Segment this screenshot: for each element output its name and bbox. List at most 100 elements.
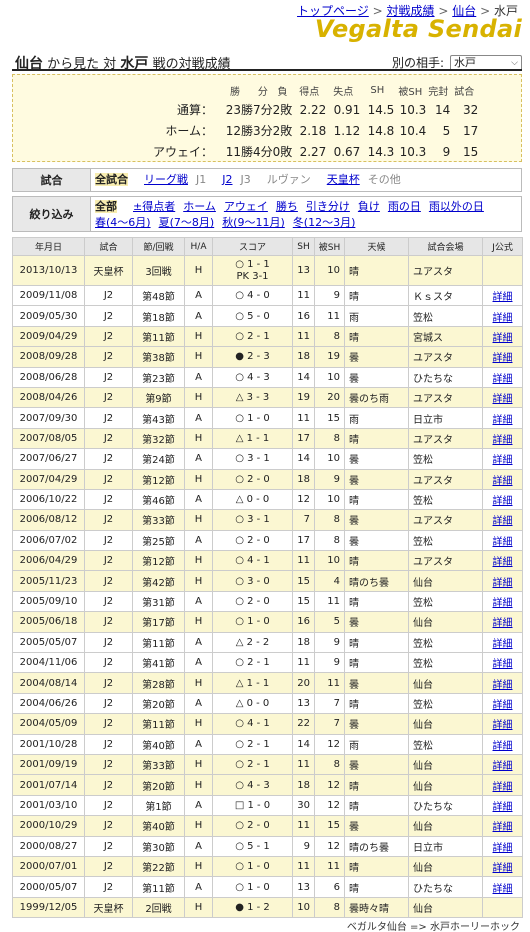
shots-against-cell: 19 bbox=[314, 346, 345, 368]
detail-cell: 詳細 bbox=[482, 876, 523, 898]
round-cell: 第24節 bbox=[132, 448, 185, 470]
date-cell: 2005/09/10 bbox=[12, 590, 85, 613]
detail-cell: 詳細 bbox=[482, 509, 523, 531]
table-row: 2008/09/28 J2 第38節 H ● 2 - 3 18 19 曇ユアスタ 詳細 bbox=[12, 346, 523, 368]
detail-cell: 詳細 bbox=[482, 570, 523, 592]
venue-type-cell: H bbox=[184, 855, 213, 878]
detail-link[interactable]: 詳細 bbox=[493, 557, 513, 568]
round-cell: 第38節 bbox=[132, 346, 185, 368]
detail-link[interactable]: 詳細 bbox=[493, 353, 513, 364]
narrow-filter-item: 夏(7〜8月) bbox=[159, 216, 215, 229]
venue-type-cell: A bbox=[184, 692, 213, 715]
detail-link[interactable]: 詳細 bbox=[493, 435, 513, 446]
detail-link[interactable]: 詳細 bbox=[493, 292, 513, 303]
detail-cell: 詳細 bbox=[482, 733, 523, 755]
narrow-filter-option-selected[interactable]: 全部 bbox=[95, 200, 117, 213]
narrow-filter-option[interactable]: 秋(9〜11月) bbox=[222, 216, 285, 229]
narrow-filter-option[interactable]: アウェイ bbox=[224, 200, 268, 213]
venue-type-cell: H bbox=[184, 713, 213, 735]
match-filter-option[interactable]: リーグ戦 bbox=[144, 173, 188, 186]
stadium-cell: ひたちな bbox=[408, 794, 483, 817]
competition-cell: J2 bbox=[84, 672, 133, 694]
detail-link[interactable]: 詳細 bbox=[493, 313, 513, 324]
detail-link[interactable]: 詳細 bbox=[493, 516, 513, 527]
summary-value: 2.18 bbox=[299, 123, 327, 138]
shots-cell: 19 bbox=[292, 386, 315, 409]
detail-link[interactable]: 詳細 bbox=[493, 618, 513, 629]
detail-link[interactable]: 詳細 bbox=[493, 455, 513, 466]
narrow-filter-option[interactable]: ±得点者 bbox=[133, 200, 175, 213]
detail-link[interactable]: 詳細 bbox=[493, 720, 513, 731]
table-row: 2004/05/09 J2 第11節 H ○ 4 - 1 22 7 曇仙台 詳細 bbox=[12, 713, 523, 735]
detail-cell bbox=[482, 255, 523, 286]
detail-link[interactable]: 詳細 bbox=[493, 598, 513, 609]
competition-cell: J2 bbox=[84, 794, 133, 817]
shots-against-cell: 9 bbox=[314, 631, 345, 654]
narrow-filter-option[interactable]: 負け bbox=[358, 200, 380, 213]
narrow-filter-option[interactable]: 冬(12〜3月) bbox=[293, 216, 356, 229]
detail-link[interactable]: 詳細 bbox=[493, 374, 513, 385]
detail-link[interactable]: 詳細 bbox=[493, 822, 513, 833]
narrow-filter-option[interactable]: 夏(7〜8月) bbox=[159, 216, 215, 229]
narrow-filter-option[interactable]: 春(4〜6月) bbox=[95, 216, 151, 229]
detail-link[interactable]: 詳細 bbox=[493, 680, 513, 691]
shots-against-cell: 8 bbox=[314, 509, 345, 531]
round-cell: 第31節 bbox=[132, 590, 185, 613]
narrow-filter-option[interactable]: 雨以外の日 bbox=[429, 200, 484, 213]
competition-cell: J2 bbox=[84, 815, 133, 837]
shots-against-cell: 12 bbox=[314, 794, 345, 817]
narrow-filter-option[interactable]: 勝ち bbox=[276, 200, 298, 213]
stadium-cell: ユアスタ bbox=[408, 346, 483, 368]
narrow-filter-item: 冬(12〜3月) bbox=[293, 216, 356, 229]
score-cell: ○ 3 - 1 bbox=[212, 448, 293, 470]
table-row: 1999/12/05 天皇杯 2回戦 H ● 1 - 2 10 8 曇時々晴 仙台 bbox=[12, 896, 523, 919]
detail-link[interactable]: 詳細 bbox=[493, 537, 513, 548]
match-filter-option[interactable]: 天皇杯 bbox=[327, 173, 360, 186]
round-cell: 第32節 bbox=[132, 427, 185, 450]
date-cell: 2008/04/26 bbox=[12, 386, 85, 409]
table-row: 2005/09/10 J2 第31節 A ○ 2 - 0 15 11 晴笠松 詳細 bbox=[12, 590, 523, 613]
detail-link[interactable]: 詳細 bbox=[493, 863, 513, 874]
date-cell: 2006/04/29 bbox=[12, 550, 85, 572]
venue-type-cell: A bbox=[184, 794, 213, 817]
detail-link[interactable]: 詳細 bbox=[493, 659, 513, 670]
detail-link[interactable]: 詳細 bbox=[493, 843, 513, 854]
summary-header-row: 勝 分負得点 失点 SH 被SH 完封 試合 bbox=[153, 81, 478, 99]
summary-value: 11勝 bbox=[225, 145, 254, 159]
detail-link[interactable]: 詳細 bbox=[493, 415, 513, 426]
detail-link[interactable]: 詳細 bbox=[493, 761, 513, 772]
detail-link[interactable]: 詳細 bbox=[493, 700, 513, 711]
venue-type-cell: H bbox=[184, 550, 213, 572]
round-cell: 第40節 bbox=[132, 733, 185, 755]
stadium-cell: ひたちな bbox=[408, 366, 483, 388]
detail-link[interactable]: 詳細 bbox=[493, 639, 513, 650]
detail-link[interactable]: 詳細 bbox=[493, 802, 513, 813]
site-logo[interactable]: Vegalta Sendai bbox=[315, 15, 522, 43]
detail-link[interactable]: 詳細 bbox=[493, 476, 513, 487]
match-filter-option-selected[interactable]: 全試合 bbox=[95, 173, 128, 186]
detail-link[interactable]: 詳細 bbox=[493, 884, 513, 895]
score-cell: ○ 2 - 1 bbox=[212, 753, 293, 776]
detail-link[interactable]: 詳細 bbox=[493, 741, 513, 752]
round-cell: 第41節 bbox=[132, 652, 185, 674]
shots-cell: 16 bbox=[292, 305, 315, 327]
detail-link[interactable]: 詳細 bbox=[493, 782, 513, 793]
detail-link[interactable]: 詳細 bbox=[493, 333, 513, 344]
narrow-filter-item: 秋(9〜11月) bbox=[222, 216, 285, 229]
shots-cell: 10 bbox=[292, 896, 315, 919]
narrow-filter-option[interactable]: 引き分け bbox=[306, 200, 350, 213]
weather-cell: 晴 bbox=[344, 876, 409, 898]
narrow-filter-option[interactable]: 雨の日 bbox=[388, 200, 421, 213]
weather-cell: 曇のち雨 bbox=[344, 386, 409, 409]
detail-link[interactable]: 詳細 bbox=[493, 496, 513, 507]
table-row: 2000/07/01 J2 第22節 H ○ 1 - 0 11 11 晴仙台 詳細 bbox=[12, 855, 523, 878]
shots-cell: 18 bbox=[292, 468, 315, 490]
summary-value: 3分 bbox=[253, 124, 273, 138]
narrow-filter-option[interactable]: ホーム bbox=[183, 200, 216, 213]
venue-type-cell: H bbox=[184, 325, 213, 348]
detail-link[interactable]: 詳細 bbox=[493, 578, 513, 589]
match-filter-option[interactable]: J2 bbox=[222, 173, 232, 186]
detail-link[interactable]: 詳細 bbox=[493, 394, 513, 405]
shots-cell: 18 bbox=[292, 774, 315, 796]
table-row: 2005/05/07 J2 第11節 A △ 2 - 2 18 9 晴笠松 詳細 bbox=[12, 631, 523, 654]
